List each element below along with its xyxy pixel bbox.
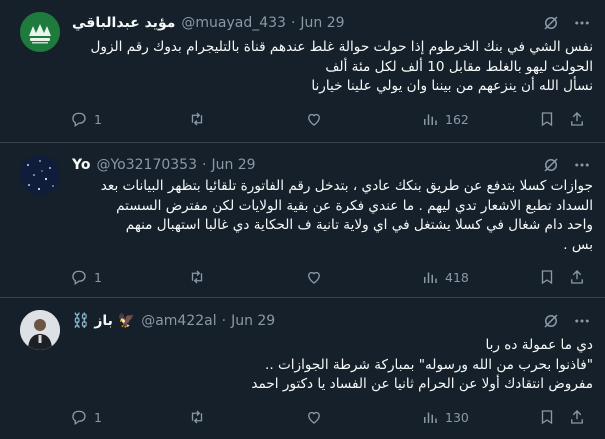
retweet-icon — [191, 410, 203, 424]
tweet-text: نفس الشي في بنك الخرطوم إذا حولت حوالة غ… — [72, 38, 593, 97]
bookmark-button[interactable] — [538, 407, 556, 427]
avatar[interactable] — [20, 155, 60, 195]
tweet-actions: 1 130 — [66, 407, 593, 427]
avatar-logo — [20, 12, 60, 52]
like-icon — [308, 113, 320, 126]
more-icon[interactable] — [573, 156, 591, 174]
grok-icon[interactable] — [542, 312, 560, 330]
more-icon[interactable] — [573, 312, 591, 330]
like-button[interactable] — [305, 267, 323, 287]
tweet-line: السداد تطبع الاشعار تدي ليهم . ما عندي ف… — [116, 197, 593, 214]
author-handle[interactable]: @Yo32170353 — [96, 157, 197, 173]
retweet-button[interactable] — [188, 407, 206, 427]
share-button[interactable] — [568, 267, 586, 287]
like-button[interactable] — [305, 109, 323, 129]
views-icon — [424, 114, 437, 125]
reply-icon — [72, 112, 86, 128]
avatar[interactable] — [20, 12, 60, 52]
author-name[interactable]: مؤيد عبدالباقي — [72, 15, 175, 31]
views-button[interactable]: 162 — [421, 109, 469, 129]
author-name[interactable]: Yo — [72, 157, 90, 173]
separator-dot: · — [221, 313, 227, 329]
reply-count: 1 — [94, 269, 102, 285]
tweet-date[interactable]: Jun 29 — [211, 157, 255, 173]
views-button[interactable]: 130 — [421, 407, 469, 427]
avatar-photo — [20, 310, 60, 350]
like-icon — [308, 271, 320, 284]
reply-count: 1 — [94, 111, 102, 127]
tweet-line: "فاذنوا بحرب من الله ورسوله" بمباركة شرط… — [265, 356, 593, 373]
tweet-actions: 1 418 — [66, 267, 593, 287]
share-icon — [571, 410, 583, 424]
retweet-icon — [191, 270, 203, 284]
tweet-2[interactable]: Yo @Yo32170353 · Jun 29 جوازات كسلا بتدف… — [0, 143, 605, 298]
like-button[interactable] — [305, 407, 323, 427]
tweet-text: دي ما عمولة ده ربا "فاذنوا بحرب من الله … — [72, 336, 593, 395]
views-count: 130 — [445, 409, 469, 425]
tweet-line: مفروض انتقادك أولا عن الحرام ثانيا عن ال… — [251, 376, 593, 392]
tweet-line: نفس الشي في بنك الخرطوم إذا حولت حوالة غ… — [90, 39, 593, 55]
reply-button[interactable]: 1 — [70, 267, 102, 287]
tweet-line: نسأل الله أن ينزعهم من بيننا وان يولي عل… — [311, 78, 593, 94]
share-button[interactable] — [568, 407, 586, 427]
tweet-feed: مؤيد عبدالباقي @muayad_433 · Jun 29 نفس … — [0, 0, 605, 439]
tweet-line: بس . — [563, 236, 593, 253]
author-handle[interactable]: @muayad_433 — [181, 15, 286, 31]
tweet-header: مؤيد عبدالباقي @muayad_433 · Jun 29 — [72, 13, 345, 33]
bookmark-icon — [541, 112, 553, 127]
tweet-actions: 1 162 — [66, 109, 593, 129]
reply-count: 1 — [94, 409, 102, 425]
views-icon — [424, 272, 437, 283]
tweet-date[interactable]: Jun 29 — [231, 313, 275, 329]
bookmark-icon — [541, 270, 553, 285]
views-count: 162 — [445, 111, 469, 127]
tweet-date[interactable]: Jun 29 — [300, 15, 344, 31]
reply-button[interactable]: 1 — [70, 109, 102, 129]
share-icon — [571, 112, 583, 126]
grok-icon[interactable] — [542, 14, 560, 32]
tweet-line: الحولت ليهو بالغلط مقابل 10 ألف لكل مئة … — [325, 58, 593, 75]
reply-icon — [72, 410, 86, 426]
views-count: 418 — [445, 269, 469, 285]
tweet-3[interactable]: ⛓️ باز 🦅 @am422al · Jun 29 دي ما عمولة د… — [0, 298, 605, 439]
tweet-header: Yo @Yo32170353 · Jun 29 — [72, 155, 256, 175]
bookmark-icon — [541, 410, 553, 425]
views-button[interactable]: 418 — [421, 267, 469, 287]
like-icon — [308, 411, 320, 424]
author-name[interactable]: ⛓️ باز 🦅 — [72, 313, 135, 329]
tweet-1[interactable]: مؤيد عبدالباقي @muayad_433 · Jun 29 نفس … — [0, 0, 605, 143]
tweet-text: جوازات كسلا بتدفع عن طريق بنكك عادي ، بت… — [72, 177, 593, 255]
retweet-button[interactable] — [188, 109, 206, 129]
share-icon — [571, 270, 583, 284]
bookmark-button[interactable] — [538, 267, 556, 287]
retweet-icon — [191, 112, 203, 126]
bookmark-button[interactable] — [538, 109, 556, 129]
tweet-line: واحد دام شغال في كسلا يشتغل في اي ولاية … — [125, 217, 593, 233]
separator-dot: · — [202, 157, 207, 173]
tweet-header: ⛓️ باز 🦅 @am422al · Jun 29 — [72, 311, 275, 331]
tweet-line: جوازات كسلا بتدفع عن طريق بنكك عادي ، بت… — [100, 178, 593, 194]
reply-button[interactable]: 1 — [70, 407, 102, 427]
more-icon[interactable] — [573, 14, 591, 32]
tweet-line: دي ما عمولة ده ربا — [485, 337, 594, 353]
reply-icon — [72, 270, 86, 286]
retweet-button[interactable] — [188, 267, 206, 287]
avatar-stars — [20, 155, 60, 195]
views-icon — [424, 412, 437, 423]
separator-dot: · — [290, 15, 296, 31]
share-button[interactable] — [568, 109, 586, 129]
author-handle[interactable]: @am422al — [141, 313, 216, 329]
avatar[interactable] — [20, 310, 60, 350]
grok-icon[interactable] — [542, 156, 560, 174]
